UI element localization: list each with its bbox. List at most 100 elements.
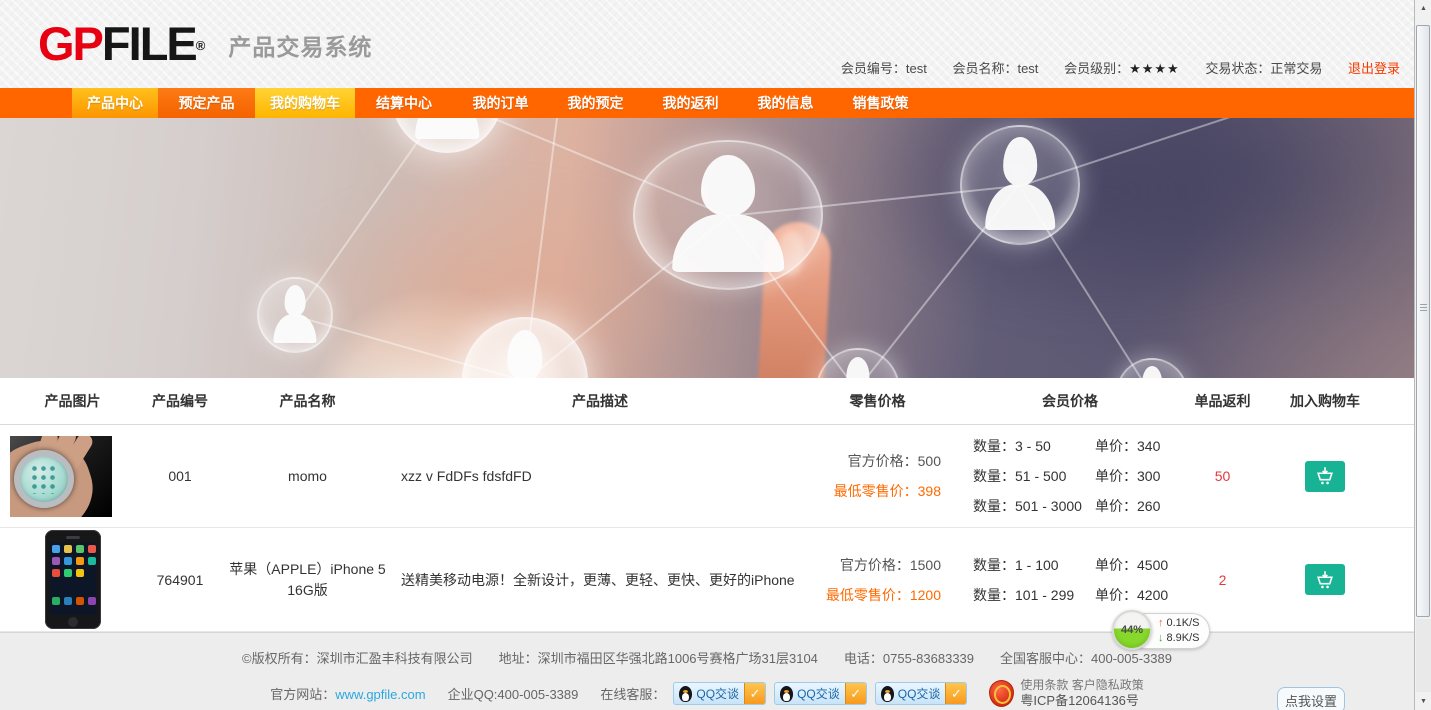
price-tier: 数量：51 - 500单价：300 <box>955 461 1185 491</box>
product-name: momo <box>215 468 400 484</box>
price-tier: 数量：1 - 100单价：4500 <box>955 550 1185 580</box>
check-icon: ✓ <box>845 683 866 704</box>
check-icon: ✓ <box>744 683 765 704</box>
product-name: 苹果（APPLE）iPhone 5 16G版 <box>215 559 400 601</box>
cart-icon <box>1314 569 1336 591</box>
person-icon <box>962 127 1078 243</box>
gpfile-logo: GPFILE® 产品交易系统 <box>38 18 372 78</box>
tier-price: 单价：260 <box>1095 491 1160 521</box>
price-tier: 数量：3 - 50单价：340 <box>955 431 1185 461</box>
official-site-link[interactable]: www.gpfile.com <box>335 687 425 702</box>
col-header-product-desc: 产品描述 <box>400 392 800 411</box>
settings-button[interactable]: 点我设置 <box>1277 687 1345 710</box>
upload-speed: 0.1K/S <box>1167 617 1200 629</box>
logo-gp: GP <box>38 17 102 70</box>
nav-tab-sales-policy[interactable]: 销售政策 <box>833 88 928 118</box>
nav-tab-settlement-center[interactable]: 结算中心 <box>355 88 453 118</box>
official-site-label: 官方网站： <box>270 687 335 702</box>
tier-price: 单价：4200 <box>1095 580 1168 610</box>
col-header-retail-price: 零售价格 <box>800 392 955 411</box>
product-desc: xzz v FdDFs fdsfdFD <box>400 468 800 484</box>
icp-emblem-icon <box>989 680 1014 707</box>
person-icon <box>1118 360 1186 378</box>
lowest-retail-price: 最低零售价：1200 <box>800 580 941 610</box>
add-to-cart-button[interactable] <box>1305 461 1345 492</box>
nav-tab-product-center[interactable]: 产品中心 <box>72 88 158 118</box>
address-text: 地址：深圳市福田区华强北路1006号赛格广场31层3104 <box>499 648 818 667</box>
tier-qty: 数量：1 - 100 <box>973 550 1095 580</box>
person-icon <box>394 118 500 151</box>
network-node <box>257 277 333 353</box>
add-to-cart-button[interactable] <box>1305 564 1345 595</box>
online-service-label: 在线客服： <box>600 684 665 703</box>
product-table: 产品图片 产品编号 产品名称 产品描述 零售价格 会员价格 单品返利 加入购物车 <box>0 378 1414 632</box>
tier-price: 单价：4500 <box>1095 550 1168 580</box>
price-tier: 数量：101 - 299单价：4200 <box>955 580 1185 610</box>
nav-tab-my-info[interactable]: 我的信息 <box>738 88 833 118</box>
nav-tab-my-cart[interactable]: 我的购物车 <box>255 88 355 118</box>
tier-qty: 数量：51 - 500 <box>973 461 1095 491</box>
header: GPFILE® 产品交易系统 会员编号：test 会员名称：test 会员级别：… <box>0 0 1414 88</box>
member-level: 会员级别：★★★★ <box>1064 61 1180 76</box>
network-node-central <box>633 140 823 290</box>
product-image[interactable] <box>45 530 101 629</box>
person-icon <box>635 142 821 288</box>
qq-chat-button[interactable]: QQ交谈✓ <box>673 682 766 705</box>
col-header-product-code: 产品编号 <box>145 392 215 411</box>
official-price: 官方价格：1500 <box>800 550 941 580</box>
tier-price: 单价：300 <box>1095 461 1160 491</box>
col-header-product-name: 产品名称 <box>215 392 400 411</box>
vertical-scrollbar[interactable]: ▲ ▼ <box>1414 0 1431 710</box>
scroll-track[interactable] <box>1416 619 1431 692</box>
scroll-down-button[interactable]: ▼ <box>1415 693 1431 710</box>
icp-text: 粤ICP备12064136号 <box>1020 693 1139 708</box>
network-node <box>392 118 502 153</box>
member-name: 会员名称：test <box>952 61 1038 76</box>
qq-chat-button[interactable]: QQ交谈✓ <box>774 682 867 705</box>
upload-arrow-icon: ↑ <box>1158 617 1164 629</box>
table-header-row: 产品图片 产品编号 产品名称 产品描述 零售价格 会员价格 单品返利 加入购物车 <box>0 378 1414 425</box>
scroll-thumb[interactable] <box>1416 25 1430 617</box>
qq-penguin-icon <box>679 686 692 702</box>
logo-subtitle: 产品交易系统 <box>228 34 372 60</box>
tier-price: 单价：340 <box>1095 431 1160 461</box>
network-speed-widget[interactable]: 44% ↑0.1K/S ↓8.9K/S <box>1112 610 1210 652</box>
registered-mark-icon: ® <box>196 38 206 53</box>
cart-icon <box>1314 465 1336 487</box>
product-desc: 送精美移动电源！全新设计，更薄、更轻、更快、更好的iPhone <box>400 570 800 590</box>
lowest-retail-price: 最低零售价：398 <box>800 476 941 506</box>
copyright-text: ©版权所有：深圳市汇盈丰科技有限公司 <box>242 648 473 667</box>
trade-status: 交易状态：正常交易 <box>1205 61 1322 76</box>
network-node <box>960 125 1080 245</box>
battery-percent-gauge: 44% <box>1112 610 1152 650</box>
col-header-add-to-cart: 加入购物车 <box>1260 392 1390 411</box>
qq-penguin-icon <box>780 686 793 702</box>
qq-penguin-icon <box>881 686 894 702</box>
footer-line-2: 官方网站：www.gpfile.com 企业QQ:400-005-3389 在线… <box>0 678 1414 709</box>
nav-tab-reserve-products[interactable]: 预定产品 <box>158 88 255 118</box>
star-rating-icon: ★★★★ <box>1129 61 1180 76</box>
person-icon <box>818 350 898 378</box>
nav-tab-my-orders[interactable]: 我的订单 <box>453 88 548 118</box>
scroll-up-button[interactable]: ▲ <box>1415 0 1431 17</box>
enterprise-qq-text: 企业QQ:400-005-3389 <box>448 684 579 703</box>
member-info-bar: 会员编号：test 会员名称：test 会员级别：★★★★ 交易状态：正常交易 … <box>819 58 1400 77</box>
product-code: 001 <box>145 468 215 484</box>
network-node <box>1116 358 1188 378</box>
qq-chat-button[interactable]: QQ交谈✓ <box>875 682 968 705</box>
product-image[interactable] <box>10 436 112 517</box>
hero-banner <box>0 118 1414 378</box>
nav-tab-my-rebates[interactable]: 我的返利 <box>643 88 738 118</box>
product-code: 764901 <box>145 572 215 588</box>
logout-link[interactable]: 退出登录 <box>1348 61 1400 76</box>
official-price: 官方价格：500 <box>800 446 941 476</box>
tier-qty: 数量：501 - 3000 <box>973 491 1095 521</box>
terms-text[interactable]: 使用条款 客户隐私政策 <box>1020 678 1143 692</box>
network-node <box>462 317 588 378</box>
price-tier: 数量：501 - 3000单价：260 <box>955 491 1185 521</box>
nav-tab-my-reservations[interactable]: 我的预定 <box>548 88 643 118</box>
logo-file: FILE <box>102 17 196 70</box>
col-header-member-price: 会员价格 <box>955 392 1185 411</box>
person-icon <box>464 319 586 378</box>
download-arrow-icon: ↓ <box>1158 632 1164 644</box>
